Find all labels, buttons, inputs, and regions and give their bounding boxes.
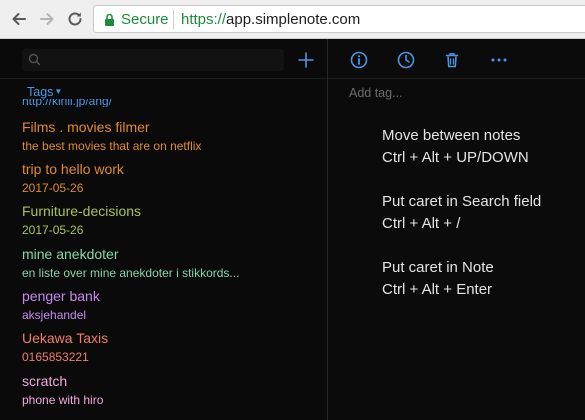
note-preview: the best movies that are on netflix	[22, 139, 202, 153]
list-item[interactable]: penger bank aksjehandel	[22, 287, 322, 323]
more-icon	[491, 58, 507, 62]
note-preview: phone with hiro	[22, 393, 104, 407]
secure-label: Secure	[121, 11, 169, 28]
note-title: penger bank	[22, 288, 100, 304]
simplenote-app: Tags▼ http://kiriii.jp/ang/ Films . movi…	[0, 39, 585, 420]
list-item[interactable]: trip to hello work 2017-05-26	[22, 160, 322, 196]
note-preview: aksjehandel	[22, 308, 87, 322]
note-title: Furniture-decisions	[22, 203, 142, 219]
forward-button[interactable]	[37, 9, 57, 29]
note-title: mine anekdoter	[22, 246, 119, 262]
note-line: Ctrl + Alt + /	[382, 215, 461, 232]
lock-icon	[104, 13, 115, 26]
list-item[interactable]: scratch phone with hiro	[22, 372, 322, 408]
note-title: http://kiriii.jp/ang/	[22, 99, 113, 107]
note-title: trip to hello work	[22, 161, 124, 177]
new-note-button[interactable]	[297, 51, 315, 69]
note-editor: Move between notes Ctrl + Alt + UP/DOWN …	[328, 39, 585, 420]
back-button[interactable]	[9, 9, 29, 29]
tags-dropdown[interactable]: Tags▼	[27, 85, 62, 99]
note-line	[382, 235, 541, 257]
list-item[interactable]: http://kiriii.jp/ang/	[22, 99, 322, 107]
forward-arrow-icon	[40, 13, 54, 25]
list-item[interactable]: Uekawa Taxis 0165853221	[22, 329, 322, 365]
note-text[interactable]: Move between notes Ctrl + Alt + UP/DOWN …	[382, 125, 541, 301]
info-button[interactable]	[349, 50, 369, 70]
note-title: Uekawa Taxis	[22, 330, 109, 346]
history-icon	[397, 51, 415, 69]
plus-icon	[298, 52, 314, 68]
editor-toolbar	[328, 39, 585, 79]
trash-button[interactable]	[442, 50, 462, 70]
note-line: Ctrl + Alt + Enter	[382, 281, 493, 298]
search-icon	[28, 53, 41, 66]
browser-toolbar: Secure https://app.simplenote.com	[0, 0, 585, 39]
search-input[interactable]	[22, 49, 284, 71]
note-title: ...	[22, 413, 322, 420]
note-preview: 0165853221	[22, 350, 89, 364]
address-divider	[173, 10, 174, 29]
note-line	[382, 169, 541, 191]
note-title: Films . movies filmer	[22, 119, 150, 135]
tags-label: Tags	[27, 85, 54, 99]
note-line: Move between notes	[382, 127, 521, 144]
reload-icon	[68, 12, 82, 26]
note-list: http://kiriii.jp/ang/ Films . movies fil…	[0, 99, 327, 420]
address-bar[interactable]: Secure https://app.simplenote.com	[93, 5, 585, 33]
list-item[interactable]: ...	[22, 413, 322, 420]
chevron-down-icon: ▼	[54, 87, 63, 96]
url-scheme: https://	[181, 11, 227, 28]
list-item[interactable]: mine anekdoter en liste over mine anekdo…	[22, 245, 322, 281]
add-tag-input[interactable]	[349, 86, 549, 100]
note-preview: 2017-05-26	[22, 181, 84, 195]
note-preview: en liste over mine anekdoter i stikkords…	[22, 266, 240, 280]
list-item[interactable]: Films . movies filmer the best movies th…	[22, 118, 322, 154]
back-arrow-icon	[12, 13, 26, 25]
trash-icon	[445, 53, 459, 68]
history-button[interactable]	[396, 50, 416, 70]
note-list-sidebar: Tags▼ http://kiriii.jp/ang/ Films . movi…	[0, 39, 328, 420]
reload-button[interactable]	[65, 9, 85, 29]
list-item[interactable]: Furniture-decisions 2017-05-26	[22, 202, 322, 238]
search-bar	[0, 39, 327, 79]
url-text: https://app.simplenote.com	[181, 11, 360, 28]
url-host: app.simplenote.com	[226, 11, 361, 28]
info-icon	[350, 51, 368, 69]
more-options-button[interactable]	[489, 50, 509, 70]
note-line: Ctrl + Alt + UP/DOWN	[382, 149, 529, 166]
note-title: scratch	[22, 373, 68, 389]
note-line: Put caret in Search field	[382, 193, 542, 210]
note-preview: 2017-05-26	[22, 223, 84, 237]
note-line: Put caret in Note	[382, 259, 494, 276]
